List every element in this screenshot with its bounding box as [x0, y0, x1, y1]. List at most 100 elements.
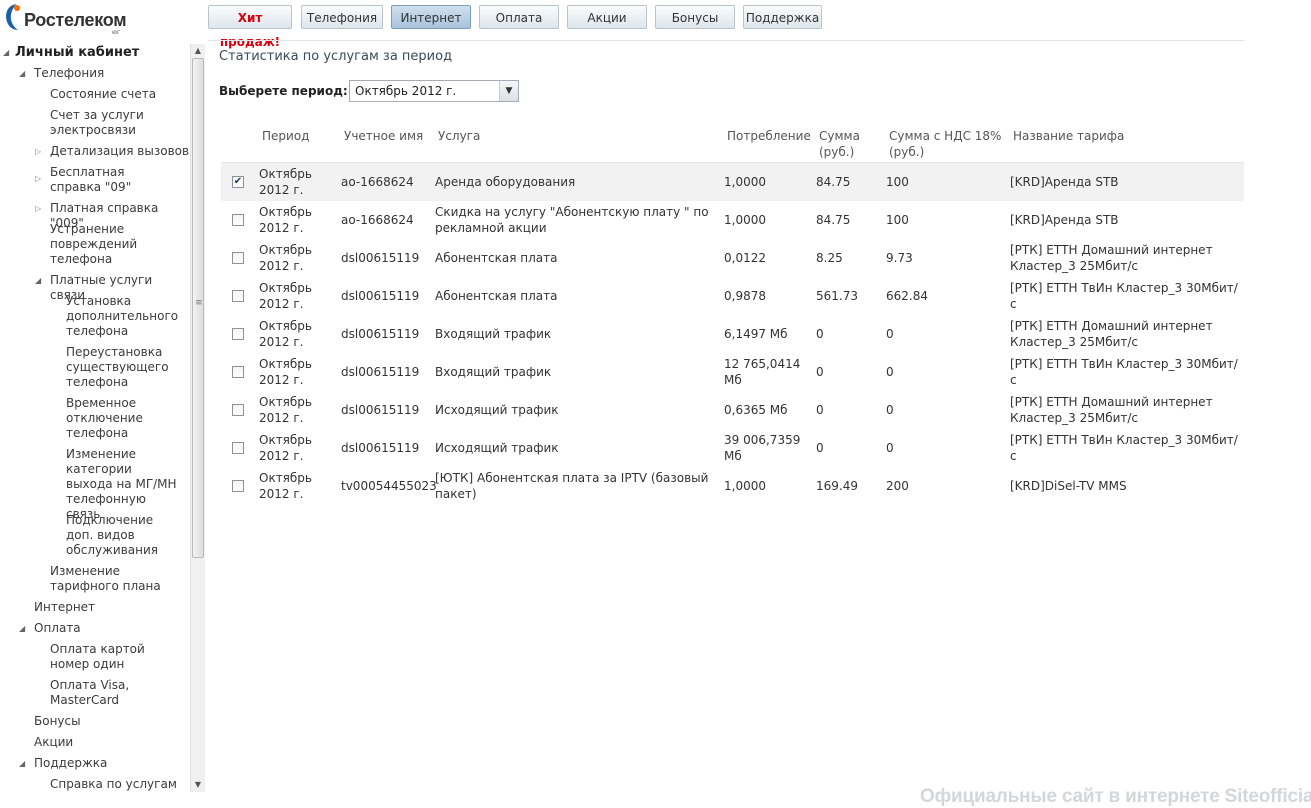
scroll-down-arrow-icon[interactable]: ▼: [191, 778, 205, 792]
cell-account: dsl00615119: [341, 441, 420, 455]
column-header-period[interactable]: Период: [262, 128, 309, 144]
sidebar-item-call-details[interactable]: Детализация вызовов: [50, 144, 189, 159]
cell-period: Октябрь 2012 г.: [259, 281, 312, 311]
cell-tariff: [KRD]DiSel-TV MMS: [1010, 479, 1127, 493]
period-label: Выберете период:: [219, 84, 348, 98]
cell-usage: 0,6365 Мб: [724, 403, 788, 417]
cell-sum: 561.73: [816, 289, 858, 303]
cell-service: [ЮТК] Абонентская плата за IPTV (базовый…: [435, 471, 709, 501]
nav-payment-button[interactable]: Оплата: [479, 5, 559, 29]
sidebar-scrollbar[interactable]: ▲ ≡ ▼: [190, 44, 205, 792]
period-select[interactable]: Октябрь 2012 г. ▼: [349, 80, 519, 102]
cell-account: ao-1668624: [341, 175, 414, 189]
collapsed-arrow-icon[interactable]: ▷: [35, 147, 41, 156]
cell-sum-vat: 0: [886, 365, 894, 379]
table-row[interactable]: Октябрь 2012 г. dsl00615119 Абонентская пл…: [221, 277, 1244, 315]
column-header-sum[interactable]: Сумма (руб.): [819, 128, 869, 160]
sidebar-item-service-help[interactable]: Справка по услугам: [50, 777, 177, 792]
scroll-up-arrow-icon[interactable]: ▲: [191, 44, 205, 58]
row-checkbox[interactable]: [232, 442, 244, 454]
collapsed-arrow-icon[interactable]: ▷: [35, 204, 41, 213]
cell-sum: 0: [816, 441, 824, 455]
nav-support-button[interactable]: Поддержка: [743, 5, 822, 29]
sidebar-root-personal-account[interactable]: Личный кабинет: [15, 45, 139, 60]
cell-sum: 84.75: [816, 175, 851, 189]
row-checkbox[interactable]: [232, 404, 244, 416]
sidebar-item-change-category[interactable]: Изменение категории выхода на МГ/МН теле…: [66, 447, 181, 522]
collapsed-arrow-icon[interactable]: ▷: [35, 174, 41, 183]
row-checkbox[interactable]: [232, 480, 244, 492]
expanded-arrow-icon[interactable]: ◢: [35, 276, 41, 285]
sidebar-item-payment[interactable]: Оплата: [34, 621, 81, 636]
sidebar-item-promos[interactable]: Акции: [34, 735, 73, 750]
period-selected-value: Октябрь 2012 г.: [355, 84, 457, 98]
cell-sum: 0: [816, 403, 824, 417]
sidebar-item-pay-visa[interactable]: Оплата Visa, MasterCard: [50, 678, 145, 708]
row-checkbox[interactable]: [232, 252, 244, 264]
nav-bonus-button[interactable]: Бонусы: [655, 5, 735, 29]
table-row[interactable]: Октябрь 2012 г. dsl00615119 Абонентская пл…: [221, 239, 1244, 277]
sidebar-item-repair[interactable]: Устранение повреждений телефона: [50, 222, 160, 267]
sidebar-item-free-help-09[interactable]: Бесплатная справка "09": [50, 165, 175, 195]
table-row[interactable]: Октябрь 2012 г. dsl00615119 Исходящий траф…: [221, 391, 1244, 429]
nav-telephony-button[interactable]: Телефония: [301, 5, 383, 29]
cell-tariff: [РТК] ЕТТН Домашний интернет Кластер_3 2…: [1010, 395, 1213, 425]
cell-account: dsl00615119: [341, 365, 420, 379]
column-header-usage[interactable]: Потребление: [727, 128, 811, 144]
cell-sum: 169.49: [816, 479, 858, 493]
table-row[interactable]: Октябрь 2012 г. dsl00615119 Входящий трафи…: [221, 353, 1244, 391]
sidebar-item-telephony[interactable]: Телефония: [34, 66, 104, 81]
cell-period: Октябрь 2012 г.: [259, 433, 312, 463]
sidebar-item-reinstall-phone[interactable]: Переустановка существующего телефона: [66, 345, 169, 390]
table-row[interactable]: ✔ Октябрь 2012 г. ao-1668624 Аренда оборудо…: [221, 163, 1244, 201]
logo[interactable]: Ростелеком юг: [0, 0, 200, 40]
cell-tariff: [KRD]Аренда STB: [1010, 213, 1119, 227]
cell-tariff: [РТК] ЕТТН ТвИн Кластер_3 30Мбит/с: [1010, 281, 1238, 311]
cell-service: Входящий трафик: [435, 365, 552, 379]
cell-period: Октябрь 2012 г.: [259, 357, 312, 387]
expanded-arrow-icon[interactable]: ◢: [3, 48, 9, 57]
sidebar-item-internet[interactable]: Интернет: [34, 600, 95, 615]
row-checkbox[interactable]: [232, 290, 244, 302]
scroll-thumb[interactable]: ≡: [192, 58, 204, 558]
column-header-account[interactable]: Учетное имя: [344, 128, 423, 144]
cell-usage: 1,0000: [724, 175, 766, 189]
grip-icon: ≡: [195, 298, 203, 308]
nav-promo-button[interactable]: Акции: [567, 5, 647, 29]
nav-internet-button[interactable]: Интернет: [391, 5, 471, 29]
sidebar-item-temp-disable[interactable]: Временное отключение телефона: [66, 396, 156, 441]
watermark: Официальные сайт в интернете Siteofficia…: [920, 786, 1311, 807]
cell-account: dsl00615119: [341, 289, 420, 303]
sidebar-item-change-tariff[interactable]: Изменение тарифного плана: [50, 564, 185, 594]
expanded-arrow-icon[interactable]: ◢: [19, 759, 25, 768]
cell-period: Октябрь 2012 г.: [259, 243, 312, 273]
table-row[interactable]: Октябрь 2012 г. ao-1668624 Скидка на услуг…: [221, 201, 1244, 239]
sidebar-item-pay-card-one[interactable]: Оплата картой номер один: [50, 642, 180, 672]
column-header-tariff[interactable]: Название тарифа: [1013, 128, 1124, 144]
chevron-down-icon[interactable]: ▼: [499, 81, 518, 101]
expanded-arrow-icon[interactable]: ◢: [19, 624, 25, 633]
cell-account: ao-1668624: [341, 213, 414, 227]
table-row[interactable]: Октябрь 2012 г. dsl00615119 Исходящий траф…: [221, 429, 1244, 467]
sidebar-item-invoice[interactable]: Счет за услуги электросвязи: [50, 108, 160, 138]
cell-sum: 0: [816, 365, 824, 379]
row-checkbox[interactable]: [232, 328, 244, 340]
sidebar-item-extra-services[interactable]: Подключение доп. видов обслуживания: [66, 513, 181, 558]
sidebar-item-bonuses[interactable]: Бонусы: [34, 714, 81, 729]
table-row[interactable]: Октябрь 2012 г. tv00054455023 [ЮТК] Абонен…: [221, 467, 1244, 505]
cell-service: Аренда оборудования: [435, 175, 576, 189]
table-row[interactable]: Октябрь 2012 г. dsl00615119 Входящий трафи…: [221, 315, 1244, 353]
row-checkbox[interactable]: [232, 214, 244, 226]
row-checkbox[interactable]: ✔: [232, 176, 244, 188]
cell-sum: 8.25: [816, 251, 843, 265]
cell-account: dsl00615119: [341, 403, 420, 417]
nav-hit-sales-button[interactable]: Хит продаж!: [208, 5, 292, 49]
row-checkbox[interactable]: [232, 366, 244, 378]
cell-period: Октябрь 2012 г.: [259, 471, 312, 501]
column-header-sum-vat[interactable]: Сумма с НДС 18% (руб.): [889, 128, 1004, 160]
expanded-arrow-icon[interactable]: ◢: [19, 69, 25, 78]
sidebar-item-account-status[interactable]: Состояние счета: [50, 87, 156, 102]
sidebar-item-support[interactable]: Поддержка: [34, 756, 107, 771]
column-header-service[interactable]: Услуга: [438, 128, 480, 144]
sidebar-item-install-phone[interactable]: Установка дополнительного телефона: [66, 294, 178, 339]
